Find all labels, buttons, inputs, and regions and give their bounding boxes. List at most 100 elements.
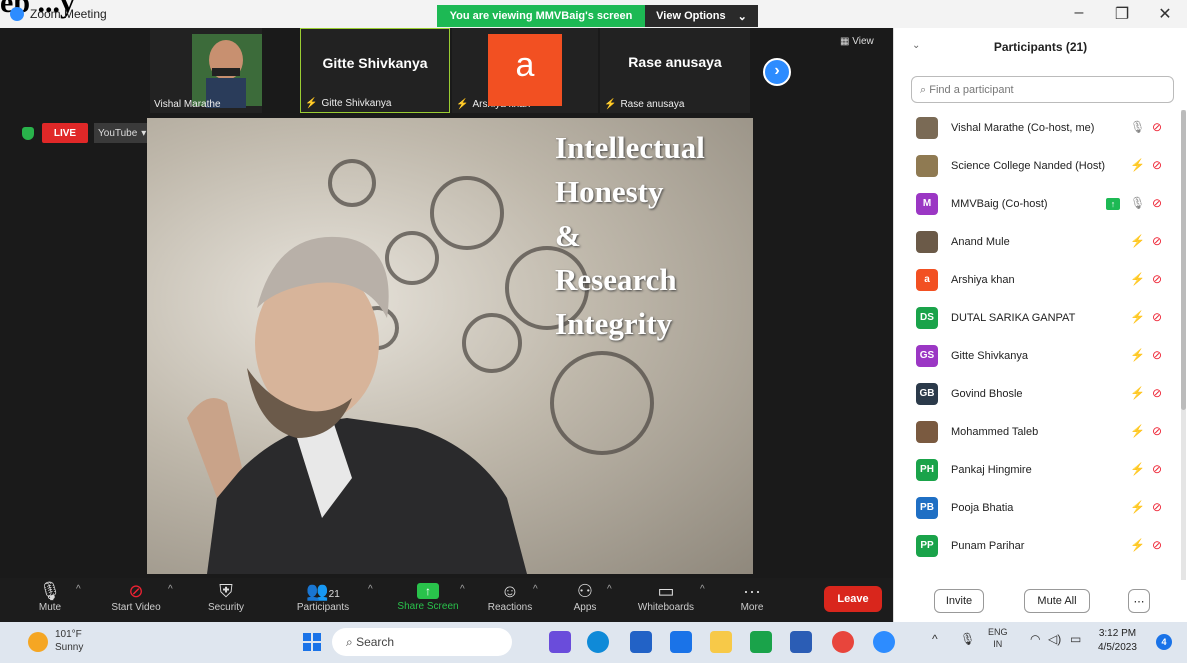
microphone-icon[interactable]: 🎙: [1130, 120, 1145, 134]
apps-options-caret[interactable]: ^: [607, 584, 612, 595]
wifi-icon[interactable]: ◠: [1030, 632, 1040, 646]
mute-all-button[interactable]: Mute All: [1024, 589, 1090, 613]
video-thumbnail[interactable]: Gitte Shivkanya ⚡ Gitte Shivkanya: [300, 28, 450, 113]
whiteboards-options-caret[interactable]: ^: [700, 584, 705, 595]
video-off-icon[interactable]: ⊘: [1152, 120, 1162, 134]
security-button[interactable]: ⛨ Security: [186, 580, 266, 613]
video-options-caret[interactable]: ^: [168, 584, 173, 595]
participant-name: MMVBaig (Co-host): [951, 198, 1048, 210]
invite-button[interactable]: Invite: [934, 589, 984, 613]
mic-muted-icon[interactable]: ⚡: [1130, 538, 1145, 552]
volume-icon[interactable]: ◁): [1048, 632, 1061, 646]
mail-app-icon[interactable]: [670, 631, 692, 653]
apps-button[interactable]: ⚇ Apps: [545, 580, 625, 613]
zoom-app-icon[interactable]: [873, 631, 895, 653]
share-screen-icon: ↑: [417, 583, 439, 599]
share-screen-button[interactable]: ↑ Share Screen: [388, 580, 468, 612]
avatar: PB: [916, 497, 938, 519]
participant-row[interactable]: Anand Mule ⚡ ⊘: [894, 224, 1180, 262]
weather-widget[interactable]: 101°F Sunny: [55, 628, 83, 654]
l-app-icon[interactable]: [750, 631, 772, 653]
video-off-icon[interactable]: ⊘: [1152, 234, 1162, 248]
avatar: [916, 117, 938, 139]
minimize-icon[interactable]: –: [1064, 4, 1094, 22]
next-page-button[interactable]: ›: [763, 58, 791, 86]
store-app-icon[interactable]: [630, 631, 652, 653]
notification-badge[interactable]: 4: [1156, 634, 1172, 650]
video-off-icon[interactable]: ⊘: [1152, 386, 1162, 400]
whiteboards-button[interactable]: ▭ Whiteboards: [626, 580, 706, 613]
microphone-icon[interactable]: 🎙: [1130, 196, 1145, 210]
mic-muted-icon[interactable]: ⚡: [1130, 272, 1145, 286]
view-button[interactable]: ▦ View: [840, 36, 874, 47]
apps-label: Apps: [573, 602, 597, 613]
video-off-icon[interactable]: ⊘: [1152, 462, 1162, 476]
participant-row[interactable]: GS Gitte Shivkanya ⚡ ⊘: [894, 338, 1180, 376]
more-options-button[interactable]: ⋯: [1128, 589, 1150, 613]
participant-search-input[interactable]: ⌕ Find a participant: [911, 76, 1174, 103]
show-hidden-icons[interactable]: ^: [932, 632, 938, 646]
avatar: [916, 231, 938, 253]
participant-row[interactable]: GB Govind Bhosle ⚡ ⊘: [894, 376, 1180, 414]
video-off-icon[interactable]: ⊘: [1152, 158, 1162, 172]
mute-options-caret[interactable]: ^: [76, 584, 81, 595]
participant-row[interactable]: Mohammed Taleb ⚡ ⊘: [894, 414, 1180, 452]
participant-row[interactable]: a Arshiya khan ⚡ ⊘: [894, 262, 1180, 300]
video-off-icon[interactable]: ⊘: [1152, 538, 1162, 552]
taskbar-search[interactable]: ⌕ Search: [332, 628, 512, 656]
participants-count: 21: [328, 589, 340, 600]
word-app-icon[interactable]: [790, 631, 812, 653]
leave-button[interactable]: Leave: [824, 586, 882, 612]
system-clock[interactable]: 3:12 PM 4/5/2023: [1098, 627, 1137, 655]
scrollbar-thumb[interactable]: [1181, 110, 1186, 410]
live-badge[interactable]: LIVE: [42, 123, 88, 143]
microphone-icon[interactable]: 🎙: [960, 632, 975, 646]
mic-muted-icon[interactable]: ⚡: [1130, 158, 1145, 172]
participant-list-scrollbar[interactable]: [1181, 110, 1186, 580]
mic-muted-icon[interactable]: ⚡: [1130, 348, 1145, 362]
start-button[interactable]: [303, 633, 321, 651]
participant-row[interactable]: PH Pankaj Hingmire ⚡ ⊘: [894, 452, 1180, 490]
share-options-caret[interactable]: ^: [460, 584, 465, 595]
participant-row[interactable]: Vishal Marathe (Co-host, me) 🎙 ⊘: [894, 110, 1180, 148]
mic-muted-icon[interactable]: ⚡: [1130, 500, 1145, 514]
video-thumbnail[interactable]: Vishal Marathe: [150, 28, 262, 113]
video-off-icon[interactable]: ⊘: [1152, 196, 1162, 210]
mic-muted-icon[interactable]: ⚡: [1130, 234, 1145, 248]
participant-row[interactable]: DS DUTAL SARIKA GANPAT ⚡ ⊘: [894, 300, 1180, 338]
video-off-icon[interactable]: ⊘: [1152, 348, 1162, 362]
weather-sun-icon[interactable]: [28, 632, 48, 652]
mic-muted-icon[interactable]: ⚡: [1130, 310, 1145, 324]
reactions-options-caret[interactable]: ^: [533, 584, 538, 595]
avatar: GB: [916, 383, 938, 405]
video-off-icon[interactable]: ⊘: [1152, 272, 1162, 286]
participants-options-caret[interactable]: ^: [368, 584, 373, 595]
video-thumbnail[interactable]: Rase anusaya ⚡ Rase anusaya: [600, 28, 750, 113]
video-off-icon[interactable]: ⊘: [1152, 500, 1162, 514]
close-icon[interactable]: ✕: [1150, 4, 1180, 24]
file-explorer-icon[interactable]: [710, 631, 732, 653]
participant-row[interactable]: M MMVBaig (Co-host) ↑ 🎙 ⊘: [894, 186, 1180, 224]
mic-muted-icon[interactable]: ⚡: [1130, 424, 1145, 438]
start-video-button[interactable]: ⊘ Start Video: [96, 580, 176, 613]
reactions-button[interactable]: ☺ Reactions: [470, 580, 550, 613]
restore-icon[interactable]: ❐: [1107, 4, 1137, 24]
video-off-icon[interactable]: ⊘: [1152, 310, 1162, 324]
teams-app-icon[interactable]: [549, 631, 571, 653]
view-options-button[interactable]: View Options ⌄: [645, 5, 758, 27]
smiley-icon: ☺: [500, 581, 520, 601]
battery-icon[interactable]: ▭: [1070, 632, 1081, 646]
video-off-icon[interactable]: ⊘: [1152, 424, 1162, 438]
participant-row[interactable]: PP Punam Parihar ⚡ ⊘: [894, 528, 1180, 566]
input-language[interactable]: ENG IN: [988, 626, 1008, 650]
chrome-browser-icon[interactable]: [832, 631, 854, 653]
participant-row[interactable]: Science College Nanded (Host) ⚡ ⊘: [894, 148, 1180, 186]
more-button[interactable]: ··· More: [712, 580, 792, 613]
participant-list: Vishal Marathe (Co-host, me) 🎙 ⊘ Science Co…: [894, 110, 1180, 566]
slide-title-line: Honesty: [555, 174, 664, 209]
participants-button[interactable]: 👥21 Participants: [283, 580, 363, 613]
participant-row[interactable]: PB Pooja Bhatia ⚡ ⊘: [894, 490, 1180, 528]
mic-muted-icon[interactable]: ⚡: [1130, 386, 1145, 400]
mic-muted-icon[interactable]: ⚡: [1130, 462, 1145, 476]
edge-browser-icon[interactable]: [587, 631, 609, 653]
